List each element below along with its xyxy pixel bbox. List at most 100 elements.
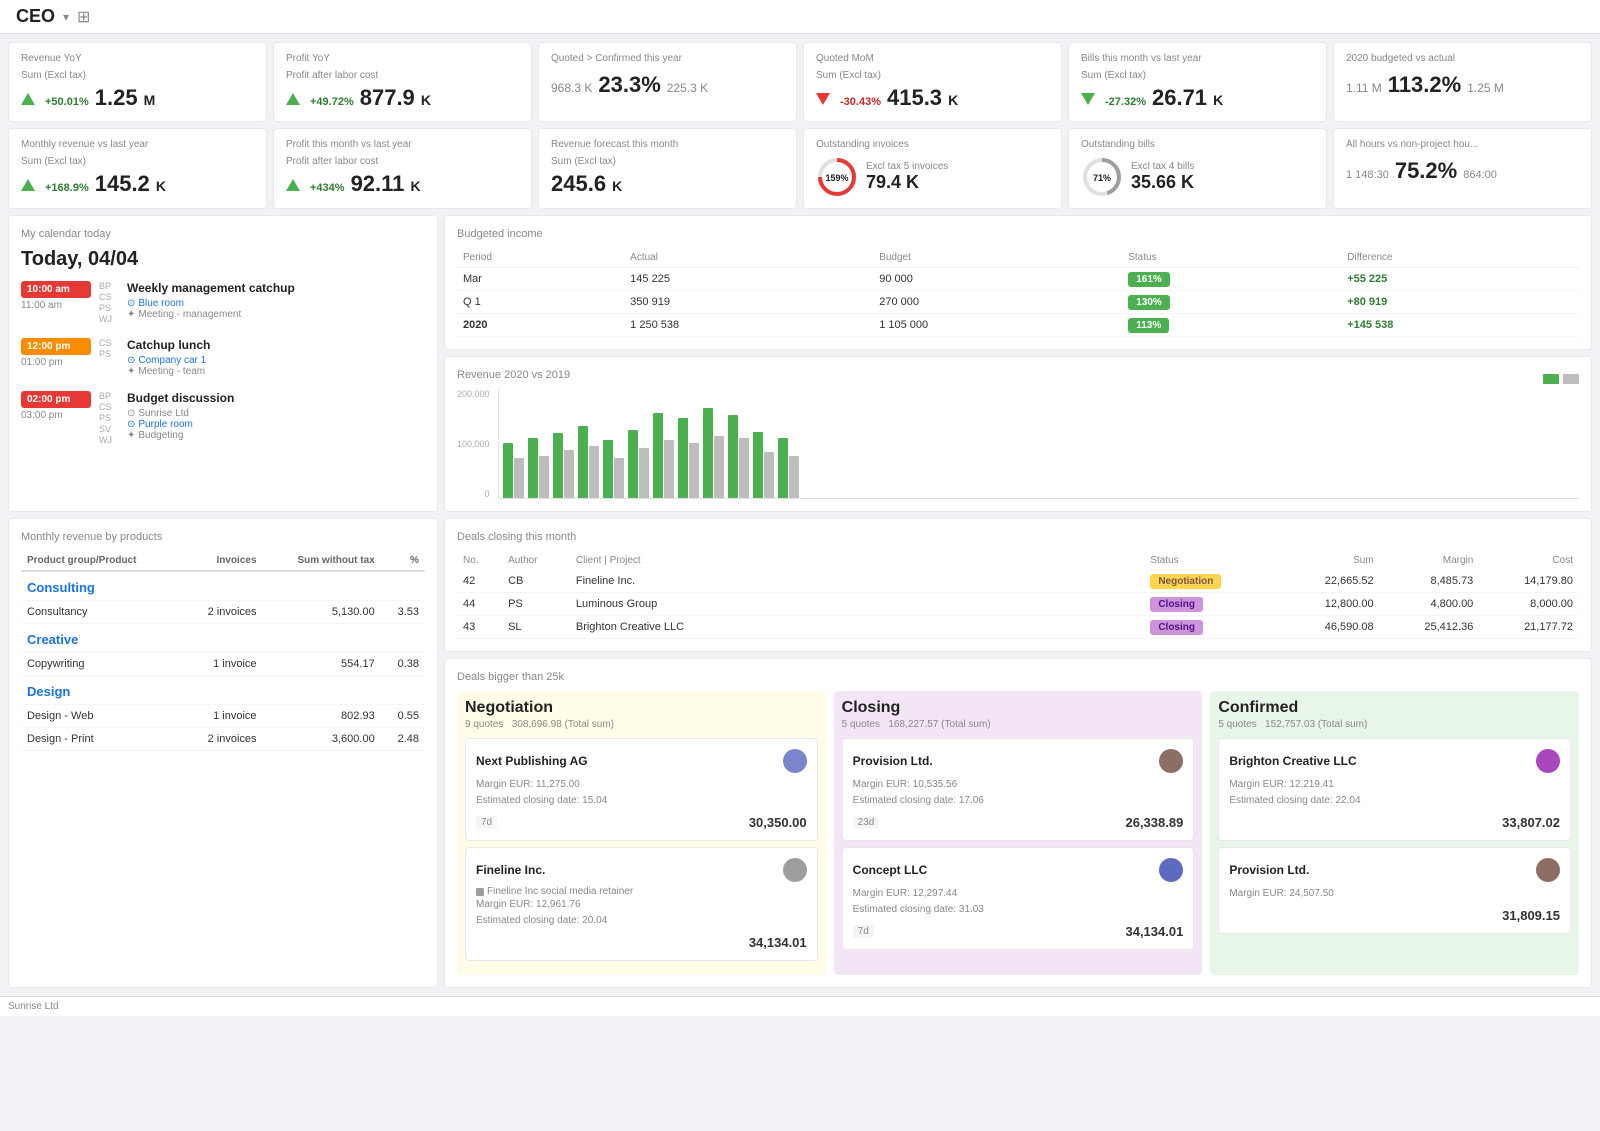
table-row: 2020 1 250 538 1 105 000 113% +145 538: [457, 314, 1579, 337]
avatar: [1536, 749, 1560, 773]
avatar: [783, 749, 807, 773]
kanban-card: Provision Ltd. Margin EUR: 24,507.50 31,…: [1218, 847, 1571, 934]
legend-gray: [1563, 374, 1579, 384]
deals-bigger-card: Deals bigger than 25k Negotiation 9 quot…: [444, 658, 1592, 988]
kpi-outstanding-invoices: Outstanding invoices 159% Excl tax 5 inv…: [803, 128, 1062, 209]
table-row: Design - Web 1 invoice 802.93 0.55: [21, 705, 425, 728]
svg-text:71%: 71%: [1093, 173, 1111, 183]
status-badge: Negotiation: [1150, 574, 1221, 589]
circle-progress-invoices: 159%: [816, 156, 858, 198]
kpi-row-2: Monthly revenue vs last year Sum (Excl t…: [8, 128, 1592, 209]
deals-closing-card: Deals closing this month No. Author Clie…: [444, 518, 1592, 652]
status-badge: 130%: [1128, 295, 1170, 310]
avatar: [783, 858, 807, 882]
kanban-subtitle: 5 quotes 168,227.57 (Total sum): [842, 719, 1195, 730]
product-group-row: Creative: [21, 624, 425, 653]
kanban-subtitle: 9 quotes 308,696.98 (Total sum): [465, 719, 818, 730]
footer-bar: Sunrise Ltd: [0, 996, 1600, 1016]
table-row: 42 CB Fineline Inc. Negotiation 22,665.5…: [457, 570, 1579, 593]
calendar-event-2: 12:00 pm 01:00 pm CSPS Catchup lunch ⊙Co…: [21, 338, 425, 377]
table-row: 43 SL Brighton Creative LLC Closing 46,5…: [457, 616, 1579, 639]
event-time-badge: 12:00 pm: [21, 338, 91, 355]
budgeted-income-card: Budgeted income Period Actual Budget Sta…: [444, 215, 1592, 350]
settings-icon[interactable]: ⊞: [77, 7, 90, 27]
deals-closing-table: No. Author Client | Project Status Sum M…: [457, 551, 1579, 639]
bar-chart: [498, 389, 1579, 499]
kpi-bills-month: Bills this month vs last year Sum (Excl …: [1068, 42, 1327, 122]
revenue-chart-card: Revenue 2020 vs 2019 200,000 100,000 0: [444, 356, 1592, 512]
calendar-section-title: My calendar today: [21, 228, 425, 240]
kanban-col-negotiation: Negotiation 9 quotes 308,696.98 (Total s…: [457, 691, 826, 975]
budgeted-title: Budgeted income: [457, 228, 1579, 240]
table-row: Design - Print 2 invoices 3,600.00 2.48: [21, 728, 425, 751]
kpi-quoted-mom: Quoted MoM Sum (Excl tax) -30.43% 415.3 …: [803, 42, 1062, 122]
circle-progress-bills: 71%: [1081, 156, 1123, 198]
kanban-col-closing: Closing 5 quotes 168,227.57 (Total sum) …: [834, 691, 1203, 975]
kanban-title: Negotiation: [465, 699, 818, 717]
deals-kanban: Negotiation 9 quotes 308,696.98 (Total s…: [457, 691, 1579, 975]
kanban-card: Fineline Inc. Fineline Inc social media …: [465, 847, 818, 961]
kanban-title: Confirmed: [1218, 699, 1571, 717]
days-badge: 7d: [476, 816, 497, 829]
event-end-time: 03:00 pm: [21, 410, 91, 421]
calendar-card: My calendar today Today, 04/04 10:00 am …: [8, 215, 438, 512]
kanban-subtitle: 5 quotes 152,757.03 (Total sum): [1218, 719, 1571, 730]
down-green-arrow-icon: [1081, 93, 1095, 105]
kpi-label: Revenue YoY: [21, 53, 254, 64]
kpi-monthly-revenue: Monthly revenue vs last year Sum (Excl t…: [8, 128, 267, 209]
kanban-card: Next Publishing AG Margin EUR: 11,275.00…: [465, 738, 818, 841]
kanban-col-confirmed: Confirmed 5 quotes 152,757.03 (Total sum…: [1210, 691, 1579, 975]
kpi-profit-month: Profit this month vs last year Profit af…: [273, 128, 532, 209]
top-bar: CEO ▾ ⊞: [0, 0, 1600, 34]
products-table: Product group/Product Invoices Sum witho…: [21, 551, 425, 751]
down-arrow-icon: [816, 93, 830, 105]
kpi-all-hours: All hours vs non-project hou... 1 148:30…: [1333, 128, 1592, 209]
event-time-badge: 10:00 am: [21, 281, 91, 298]
products-title: Monthly revenue by products: [21, 531, 425, 543]
event-title: Catchup lunch: [127, 338, 425, 352]
status-badge: Closing: [1150, 597, 1203, 612]
up-arrow-icon: [21, 93, 35, 105]
project-dot-icon: [476, 888, 484, 896]
middle-section: My calendar today Today, 04/04 10:00 am …: [8, 215, 1592, 512]
kanban-card: Concept LLC Margin EUR: 12,297.44 Estima…: [842, 847, 1195, 950]
kpi-revenue-yoy: Revenue YoY Sum (Excl tax) +50.01% 1.25 …: [8, 42, 267, 122]
kpi-profit-yoy: Profit YoY Profit after labor cost +49.7…: [273, 42, 532, 122]
legend-green: [1543, 374, 1559, 384]
budgeted-table: Period Actual Budget Status Difference M…: [457, 248, 1579, 337]
table-row: Mar 145 225 90 000 161% +55 225: [457, 268, 1579, 291]
svg-text:159%: 159%: [825, 173, 848, 183]
event-title: Budget discussion: [127, 391, 425, 405]
avatar: [1159, 749, 1183, 773]
table-row: Consultancy 2 invoices 5,130.00 3.53: [21, 601, 425, 624]
event-title: Weekly management catchup: [127, 281, 425, 295]
table-row: 44 PS Luminous Group Closing 12,800.00 4…: [457, 593, 1579, 616]
up-arrow-icon: [286, 179, 300, 191]
kpi-quoted-confirmed: Quoted > Confirmed this year 968.3 K 23.…: [538, 42, 797, 122]
kpi-row-1: Revenue YoY Sum (Excl tax) +50.01% 1.25 …: [8, 42, 1592, 122]
avatar: [1536, 858, 1560, 882]
event-end-time: 01:00 pm: [21, 357, 91, 368]
deals-section: Deals closing this month No. Author Clie…: [444, 518, 1592, 988]
calendar-event-1: 10:00 am 11:00 am BPCSPSWJ Weekly manage…: [21, 281, 425, 324]
days-badge: 23d: [853, 816, 880, 829]
days-badge: 7d: [853, 925, 874, 938]
products-card: Monthly revenue by products Product grou…: [8, 518, 438, 988]
kpi-budgeted-actual: 2020 budgeted vs actual 1.11 M 113.2% 1.…: [1333, 42, 1592, 122]
up-arrow-icon: [21, 179, 35, 191]
event-end-time: 11:00 am: [21, 300, 91, 311]
table-row: Q 1 350 919 270 000 130% +80 919: [457, 291, 1579, 314]
status-badge: Closing: [1150, 620, 1203, 635]
status-badge: 161%: [1128, 272, 1170, 287]
kanban-card: Provision Ltd. Margin EUR: 10,535.56 Est…: [842, 738, 1195, 841]
kpi-revenue-forecast: Revenue forecast this month Sum (Excl ta…: [538, 128, 797, 209]
kanban-card: Brighton Creative LLC Margin EUR: 12,219…: [1218, 738, 1571, 841]
dropdown-arrow-icon[interactable]: ▾: [63, 10, 69, 24]
product-group-row: Design: [21, 676, 425, 705]
status-badge: 113%: [1128, 318, 1169, 333]
revenue-chart-title: Revenue 2020 vs 2019: [457, 369, 570, 381]
deals-bigger-title: Deals bigger than 25k: [457, 671, 1579, 683]
main-content: Revenue YoY Sum (Excl tax) +50.01% 1.25 …: [0, 34, 1600, 996]
calendar-event-3: 02:00 pm 03:00 pm BPCSPSSVWJ Budget disc…: [21, 391, 425, 445]
avatar: [1159, 858, 1183, 882]
